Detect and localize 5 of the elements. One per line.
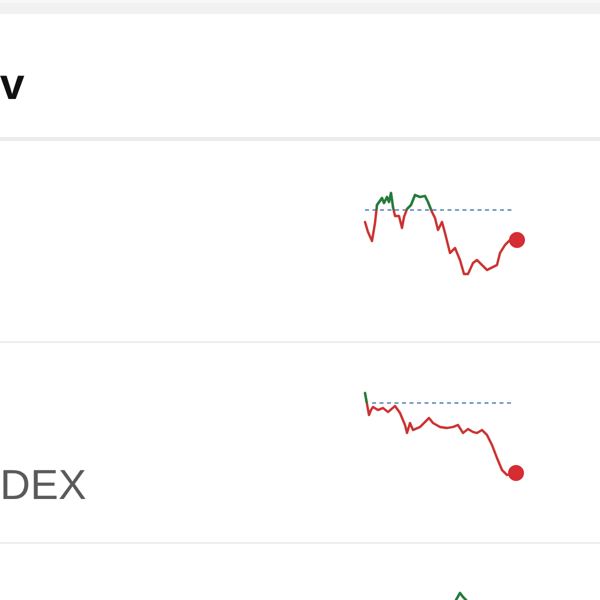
price-line — [454, 592, 468, 600]
row-label: DEX — [0, 464, 86, 506]
end-point-marker — [509, 232, 525, 248]
end-point-marker — [508, 465, 524, 481]
header-title: v — [0, 63, 24, 107]
